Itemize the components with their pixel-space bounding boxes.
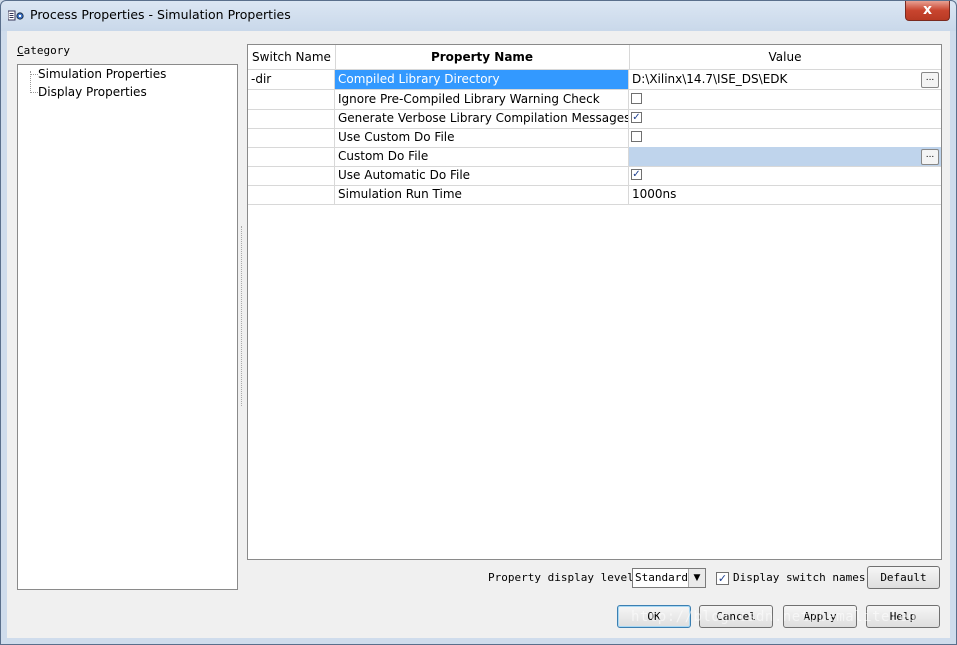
category-tree[interactable]: Simulation Properties Display Properties [17, 64, 238, 590]
column-header-switch-name[interactable]: Switch Name [248, 45, 336, 69]
splitter-handle[interactable] [241, 226, 244, 406]
display-level-select[interactable]: Standard ▼ [632, 568, 706, 588]
tree-connector [30, 92, 38, 93]
property-cell[interactable]: Use Custom Do File [335, 128, 629, 147]
dialog-client: Category Simulation Properties Display P… [7, 31, 950, 638]
process-properties-icon [8, 10, 24, 21]
column-header-value[interactable]: Value [629, 45, 941, 69]
display-switch-names-label[interactable]: Display switch names [733, 571, 865, 584]
switch-cell: -dir [248, 70, 335, 89]
close-icon: x [922, 2, 933, 18]
table-row[interactable]: Generate Verbose Library Compilation Mes… [248, 109, 941, 129]
value-cell[interactable] [629, 128, 941, 147]
value-text[interactable]: 1000ns [632, 187, 676, 201]
value-cell[interactable] [629, 90, 941, 109]
switch-cell [248, 166, 335, 185]
display-level-value: Standard [635, 571, 688, 584]
window-title: Process Properties - Simulation Properti… [30, 7, 291, 22]
switch-cell [248, 109, 335, 128]
switch-cell [248, 147, 335, 166]
table-row[interactable]: Simulation Run Time 1000ns [248, 185, 941, 205]
display-switch-names-checkbox[interactable]: ✓ [716, 572, 729, 585]
display-level-label: Property display level: [488, 571, 641, 584]
checkbox-checked[interactable]: ✓ [631, 169, 642, 180]
tree-item-display-properties[interactable]: Display Properties [38, 84, 147, 100]
value-cell[interactable]: 1000ns [629, 185, 941, 204]
table-row[interactable]: Use Custom Do File [248, 128, 941, 148]
table-row[interactable]: Use Automatic Do File ✓ [248, 166, 941, 186]
value-cell[interactable]: ✓ [629, 109, 941, 128]
category-label: Category [17, 44, 70, 57]
property-cell[interactable]: Simulation Run Time [335, 185, 629, 204]
checkbox-checked[interactable]: ✓ [631, 112, 642, 123]
default-button[interactable]: Default [867, 566, 940, 589]
dialog-window: Process Properties - Simulation Properti… [0, 0, 957, 645]
value-text[interactable]: D:\Xilinx\14.7\ISE_DS\EDK [632, 72, 787, 86]
property-cell[interactable]: Ignore Pre-Compiled Library Warning Chec… [335, 90, 629, 109]
value-cell[interactable]: ... [629, 147, 941, 166]
checkbox[interactable] [631, 93, 642, 104]
tree-item-simulation-properties[interactable]: Simulation Properties [38, 66, 166, 82]
property-cell[interactable]: Generate Verbose Library Compilation Mes… [335, 109, 629, 128]
title-bar[interactable]: Process Properties - Simulation Properti… [1, 1, 956, 31]
value-cell[interactable]: D:\Xilinx\14.7\ISE_DS\EDK ... [629, 70, 941, 89]
grid-header: Switch Name Property Name Value [248, 45, 941, 70]
property-grid: Switch Name Property Name Value -dir Com… [247, 44, 942, 560]
switch-cell [248, 128, 335, 147]
dropdown-arrow-icon[interactable]: ▼ [688, 569, 705, 587]
property-cell[interactable]: Compiled Library Directory [335, 70, 629, 89]
column-header-property-name[interactable]: Property Name [335, 45, 630, 69]
tree-connector [30, 74, 38, 75]
watermark-text: http://blog.csdn.net/bemaliteleo [631, 609, 917, 625]
property-cell[interactable]: Use Automatic Do File [335, 166, 629, 185]
property-cell[interactable]: Custom Do File [335, 147, 629, 166]
value-cell[interactable]: ✓ [629, 166, 941, 185]
switch-cell [248, 90, 335, 109]
browse-button[interactable]: ... [921, 149, 939, 165]
table-row[interactable]: -dir Compiled Library Directory D:\Xilin… [248, 70, 941, 90]
checkbox[interactable] [631, 131, 642, 142]
browse-button[interactable]: ... [921, 72, 939, 88]
table-row[interactable]: Custom Do File ... [248, 147, 941, 167]
close-button[interactable]: x [905, 1, 950, 21]
switch-cell [248, 185, 335, 204]
table-row[interactable]: Ignore Pre-Compiled Library Warning Chec… [248, 90, 941, 110]
